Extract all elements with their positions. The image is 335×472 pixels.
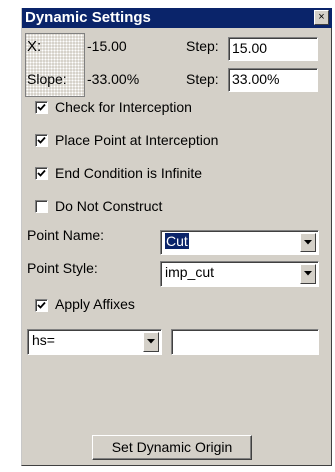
affix-combobox[interactable]: hs= [27, 329, 162, 355]
point-name-combobox[interactable]: Cut [160, 230, 319, 255]
point-style-dropdown-button[interactable] [300, 264, 316, 284]
checkmark-icon [37, 169, 46, 177]
point-style-value[interactable]: imp_cut [165, 264, 214, 281]
point-name-value[interactable]: Cut [165, 233, 189, 250]
check-interception-label: Check for Interception [55, 99, 192, 115]
title-bar[interactable]: Dynamic Settings × [22, 8, 332, 28]
affix-value[interactable]: hs= [32, 332, 55, 349]
slope-step-label: Step: [186, 71, 219, 87]
chevron-down-icon [147, 339, 155, 344]
affix-dropdown-button[interactable] [143, 332, 159, 352]
window-title: Dynamic Settings [25, 9, 151, 26]
do-not-construct-label: Do Not Construct [55, 198, 163, 214]
x-step-field[interactable]: 15.00 [228, 37, 318, 61]
point-style-combobox[interactable]: imp_cut [160, 261, 319, 287]
checkmark-icon [37, 301, 46, 309]
point-name-label: Point Name: [27, 227, 105, 243]
x-step-label: Step: [186, 38, 219, 54]
chevron-down-icon [304, 240, 312, 245]
dynamic-settings-dialog: Dynamic Settings × X: -15.00 Step: 15.00… [21, 8, 332, 466]
affix-text-field[interactable] [171, 329, 319, 355]
set-dynamic-origin-button[interactable]: Set Dynamic Origin [92, 435, 252, 460]
place-point-checkbox[interactable] [35, 134, 48, 147]
check-interception-checkbox[interactable] [35, 101, 48, 114]
point-style-label: Point Style: [27, 260, 98, 276]
x-value: -15.00 [87, 38, 127, 54]
end-condition-label: End Condition is Infinite [55, 165, 203, 181]
apply-affixes-label: Apply Affixes [55, 296, 135, 312]
x-label: X: [27, 38, 42, 55]
checkmark-icon [37, 136, 46, 144]
point-name-dropdown-button[interactable] [300, 233, 316, 252]
do-not-construct-checkbox[interactable] [35, 200, 48, 213]
place-point-label: Place Point at Interception [55, 132, 219, 148]
slope-label: Slope: [27, 71, 67, 87]
slope-step-field[interactable]: 33.00% [228, 68, 318, 92]
end-condition-checkbox[interactable] [35, 167, 48, 180]
checkmark-icon [37, 103, 46, 111]
close-icon: × [318, 11, 325, 23]
slope-value: -33.00% [87, 71, 140, 87]
close-button[interactable]: × [314, 10, 329, 25]
apply-affixes-checkbox[interactable] [35, 299, 48, 312]
chevron-down-icon [304, 271, 312, 276]
